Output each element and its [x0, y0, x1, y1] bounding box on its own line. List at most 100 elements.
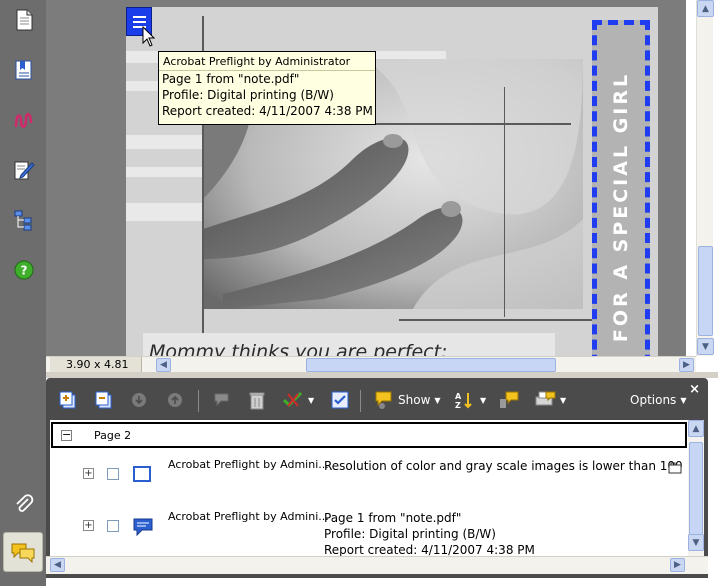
chevron-down-icon: ▼ — [480, 395, 487, 405]
model-tree-icon[interactable] — [12, 208, 36, 232]
paperclip-icon[interactable] — [12, 492, 36, 516]
comments-icon[interactable] — [3, 532, 43, 572]
comments-toolbar: ▼ Show ▼ AZ ▼ ▼ Options ▼ × — [46, 378, 708, 420]
comment-text-line: Page 1 from "note.pdf" — [324, 511, 462, 525]
crop-mark — [504, 87, 505, 317]
search-comments-icon — [500, 391, 519, 408]
scroll-left-button[interactable]: ◀ — [50, 558, 65, 572]
comment-author: Acrobat Preflight by Admini... — [168, 510, 329, 523]
scroll-up-button[interactable]: ▲ — [697, 0, 714, 17]
navigation-pane: ? — [0, 0, 46, 586]
comments-panel: ▼ Show ▼ AZ ▼ ▼ Options ▼ × − Page 2 + A… — [46, 378, 708, 578]
previous-comment-button[interactable] — [166, 388, 184, 412]
comment-bubble-icon — [132, 516, 153, 537]
collapse-all-icon — [95, 391, 112, 409]
crop-mark — [399, 319, 595, 321]
toolbar-separator — [360, 390, 361, 412]
arrow-up-icon — [168, 393, 182, 407]
show-menu-button[interactable]: Show ▼ — [374, 388, 441, 412]
arrow-down-icon — [132, 393, 146, 407]
scroll-left-button[interactable]: ◀ — [156, 358, 171, 372]
comment-text: Page 1 from "note.pdf" Profile: Digital … — [324, 510, 684, 558]
comments-vertical-scrollbar[interactable]: ▲ ▼ — [688, 420, 704, 570]
comment-text-line: Resolution of color and gray scale image… — [324, 459, 683, 473]
banner-text: FOR A SPECIAL GIRL — [610, 71, 632, 343]
print-icon — [535, 391, 556, 406]
next-comment-button[interactable] — [130, 388, 148, 412]
comments-horizontal-scrollbar[interactable]: ◀ ▶ — [46, 556, 708, 574]
horizontal-scroll-thumb[interactable] — [306, 358, 556, 372]
chevron-down-icon: ▼ — [680, 395, 687, 405]
options-label: Options — [630, 393, 677, 407]
comment-row[interactable]: + Acrobat Preflight by Admini... Page 1 … — [50, 504, 688, 557]
svg-text:Z: Z — [455, 401, 461, 410]
collapse-icon[interactable]: − — [61, 429, 72, 441]
expand-icon[interactable]: + — [83, 468, 94, 479]
mouse-pointer-icon — [142, 25, 156, 51]
document-horizontal-scrollbar[interactable]: ◀ ▶ — [156, 358, 694, 372]
side-banner: FOR A SPECIAL GIRL — [592, 20, 650, 356]
caption-area: Mommy thinks you are perfect: — [143, 333, 555, 356]
page-size-readout: 3.90 x 4.81 in — [50, 357, 142, 386]
collapse-all-button[interactable] — [94, 388, 114, 412]
chevron-down-icon: ▼ — [308, 395, 315, 405]
tooltip-title: Acrobat Preflight by Administrator — [159, 52, 375, 71]
scroll-right-button[interactable]: ▶ — [679, 358, 694, 372]
tooltip-line: Report created: 4/11/2007 4:38 PM — [162, 104, 373, 118]
scroll-down-button[interactable]: ▼ — [697, 338, 714, 355]
rectangle-annotation-icon — [132, 464, 152, 484]
options-menu-button[interactable]: Options ▼ — [630, 388, 686, 412]
page-stripe — [126, 167, 204, 177]
page-stripe — [126, 203, 204, 221]
print-comments-button[interactable]: ▼ — [534, 388, 566, 412]
chevron-down-icon: ▼ — [434, 395, 441, 405]
search-comments-button[interactable] — [498, 388, 520, 412]
caption-text: Mommy thinks you are perfect: — [149, 341, 448, 356]
page-stripe — [126, 135, 204, 149]
comment-checkbox[interactable] — [107, 468, 119, 480]
document-vertical-scrollbar[interactable]: ▲ ▼ — [696, 0, 714, 356]
scroll-down-button[interactable]: ▼ — [688, 534, 704, 551]
pages-icon[interactable] — [12, 8, 36, 32]
svg-text:A: A — [455, 392, 462, 401]
reply-button[interactable] — [212, 388, 232, 412]
chevron-down-icon: ▼ — [560, 395, 567, 405]
scroll-up-button[interactable]: ▲ — [688, 420, 704, 437]
status-check-icon — [282, 391, 303, 408]
comment-checkbox[interactable] — [107, 520, 119, 532]
expand-all-icon — [59, 391, 76, 409]
comment-row[interactable]: + Acrobat Preflight by Admini... Resolut… — [50, 452, 688, 500]
page-group-label: Page 2 — [94, 429, 132, 442]
comment-text: Resolution of color and gray scale image… — [324, 458, 684, 474]
scroll-thumb[interactable] — [689, 442, 703, 542]
delete-button[interactable] — [248, 388, 266, 412]
scroll-right-button[interactable]: ▶ — [670, 558, 685, 572]
expand-icon[interactable]: + — [83, 520, 94, 531]
status-bar: 3.90 x 4.81 in ◀ ▶ — [46, 356, 696, 386]
sort-button[interactable]: AZ ▼ — [454, 388, 486, 412]
scroll-thumb[interactable] — [698, 246, 713, 336]
comment-author: Acrobat Preflight by Admini... — [168, 458, 329, 471]
svg-text:?: ? — [21, 264, 28, 278]
help-icon[interactable]: ? — [12, 258, 36, 282]
attachment-icon — [668, 462, 682, 477]
edit-icon[interactable] — [12, 158, 36, 182]
tooltip-line: Profile: Digital printing (B/W) — [162, 88, 334, 102]
comments-list: − Page 2 + Acrobat Preflight by Admini..… — [50, 420, 704, 570]
checkbox-icon — [331, 391, 349, 409]
close-panel-icon[interactable]: × — [689, 382, 700, 397]
annotation-tooltip: Acrobat Preflight by Administrator Page … — [158, 51, 376, 125]
bookmarks-icon[interactable] — [12, 58, 36, 82]
show-comments-icon — [375, 391, 392, 409]
set-status-button[interactable]: ▼ — [282, 388, 314, 412]
checkmark-button[interactable] — [331, 388, 349, 412]
sort-az-icon: AZ — [455, 392, 472, 410]
show-label: Show — [398, 393, 431, 407]
reply-icon — [214, 393, 229, 407]
tooltip-line: Page 1 from "note.pdf" — [162, 72, 300, 86]
signatures-icon[interactable] — [12, 108, 36, 132]
comment-text-line: Profile: Digital printing (B/W) — [324, 527, 496, 541]
trash-icon — [249, 392, 265, 410]
page-group-header[interactable]: − Page 2 — [51, 422, 687, 448]
expand-all-button[interactable] — [58, 388, 78, 412]
